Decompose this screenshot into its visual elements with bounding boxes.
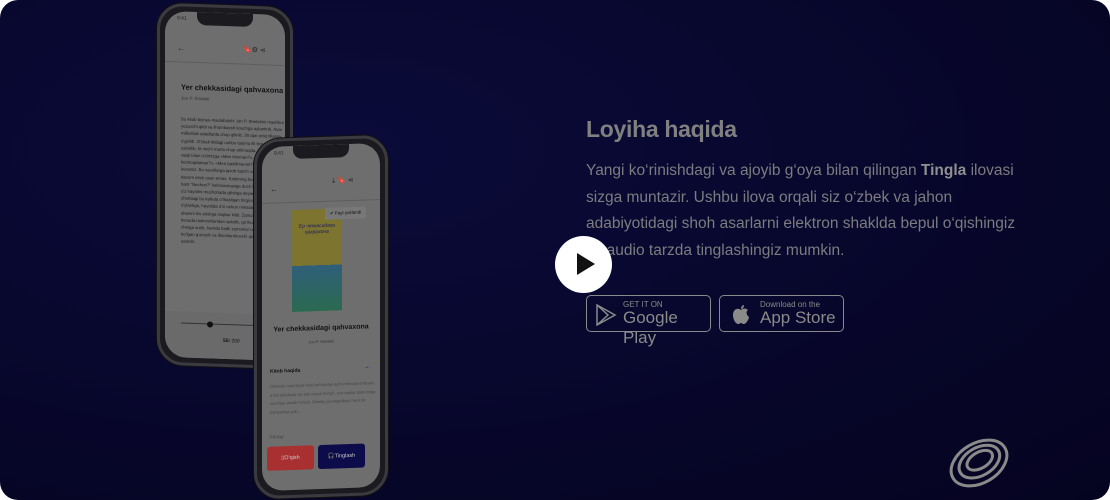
- app-store-button[interactable]: Download on the App Store: [719, 295, 844, 332]
- status-time: 9:41: [177, 15, 187, 22]
- section-description: Yangi ko‘rinishdagi va ajoyib g‘oya bila…: [586, 162, 1016, 259]
- status-time: 9:41: [274, 150, 284, 157]
- section-heading: Loyiha haqida: [586, 116, 737, 142]
- back-arrow-icon: ←: [177, 43, 185, 53]
- book-title: Yer chekkasidagi qahvaxona: [181, 82, 284, 96]
- google-play-button[interactable]: GET IT ON Google Play: [586, 295, 711, 347]
- page-total: / 200: [228, 338, 240, 345]
- slider-thumb[interactable]: [207, 321, 213, 328]
- phone-mockup-book: 9:41 ← ⤓ 🔖 ⋖ Ер чеккасидаги қаҳвахона ✔ …: [254, 134, 388, 500]
- listen-button[interactable]: 🎧 Tinglash: [318, 443, 365, 470]
- brand-logo-icon: [949, 438, 1009, 488]
- bookmark-settings-share-icons: 🔖⚙ ⋖: [243, 46, 266, 55]
- about-book-text: Odamda mas'uliyat hissi bo'lmasligi aybn…: [270, 380, 376, 415]
- book-author: Jon P. Streleki: [181, 95, 210, 102]
- download-bookmark-share-icons: ⤓ 🔖 ⋖: [332, 176, 354, 185]
- read-button[interactable]: ▯ O'qish: [267, 445, 314, 471]
- arrow-right-icon[interactable]: →: [363, 363, 370, 370]
- google-play-icon: [596, 304, 617, 326]
- book-author: Jon P. Streleki: [308, 338, 334, 345]
- back-arrow-icon: ←: [270, 184, 278, 194]
- book-title: Yer chekkasidagi qahvaxona: [273, 323, 369, 334]
- about-book-label: Kitob haqida: [270, 367, 301, 375]
- play-video-button[interactable]: [555, 236, 612, 293]
- toast-file-downloaded: ✔ Fayl yuklandi: [325, 206, 367, 220]
- apple-logo-icon: [733, 305, 749, 324]
- comments-label: Fikrlar: [270, 434, 284, 441]
- about-section: 9:41 ← 🔖⚙ ⋖ Yer chekkasidagi qahvaxona J…: [0, 0, 1110, 500]
- book-cover: Ер чеккасидаги қаҳвахона: [292, 208, 342, 313]
